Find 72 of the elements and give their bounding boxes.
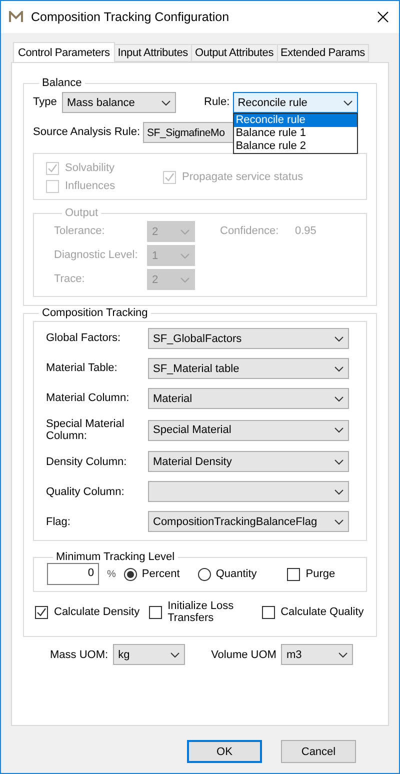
chevron-down-icon <box>334 488 344 495</box>
chevron-down-icon <box>334 427 344 434</box>
checkbox[interactable] <box>262 606 275 619</box>
checkbox-label: Calculate Density <box>54 606 140 618</box>
chevron-down-icon <box>180 228 190 234</box>
tab[interactable]: Extended Params <box>276 44 369 62</box>
close-icon[interactable] <box>377 11 389 23</box>
app-logo-icon <box>9 11 23 23</box>
field-label: Diagnostic Level: <box>54 249 139 262</box>
field-label: Trace: <box>54 273 86 286</box>
checkbox[interactable] <box>286 568 300 581</box>
dialog-button[interactable]: Cancel <box>281 740 356 763</box>
field-label: Mass UOM: <box>50 648 108 661</box>
tab[interactable]: Output Attributes <box>190 44 278 62</box>
rule-dropdown[interactable]: Reconcile rule <box>232 92 358 113</box>
window-title: Composition Tracking Configuration <box>31 10 230 24</box>
field-label: Density Column: <box>46 456 128 468</box>
chevron-down-icon <box>161 100 171 106</box>
chevron-down-icon <box>338 652 348 658</box>
field-label: Special Material Column: <box>46 418 126 442</box>
checkbox-label: Initialize Loss Transfers <box>168 600 235 624</box>
group-title: Minimum Tracking Level <box>55 551 176 564</box>
checkbox[interactable] <box>148 606 162 619</box>
value-dropdown[interactable]: SF_Material table <box>148 358 349 379</box>
field-label: Quality Column: <box>46 486 126 498</box>
group-title: Balance <box>41 77 83 89</box>
chevron-down-icon <box>334 336 344 342</box>
chevron-down-icon <box>342 100 353 106</box>
field-label: Rule: <box>204 96 230 109</box>
radio-label: Percent <box>142 568 180 580</box>
tab[interactable]: Control Parameters <box>13 42 115 62</box>
value-dropdown[interactable]: Special Material <box>148 420 349 441</box>
group-title: Output <box>64 207 100 219</box>
dialog-button[interactable]: OK <box>187 740 262 763</box>
radio-button[interactable] <box>124 568 137 581</box>
field-label: Volume UOM <box>211 648 276 661</box>
checkbox-label: Solvability <box>65 162 115 175</box>
checkbox-label: Purge <box>306 568 336 580</box>
checkbox[interactable] <box>35 606 48 619</box>
value-dropdown[interactable]: Material <box>148 388 349 409</box>
field-label: Global Factors: <box>46 332 122 345</box>
chevron-down-icon <box>334 518 344 525</box>
radio-label: Quantity <box>216 568 257 580</box>
value-dropdown[interactable]: CompositionTrackingBalanceFlag <box>148 511 349 532</box>
chevron-down-icon <box>170 652 180 658</box>
unit-dropdown[interactable]: kg <box>113 644 186 666</box>
tab[interactable]: Input Attributes <box>114 44 192 62</box>
value-dropdown[interactable]: Material Density <box>148 451 349 472</box>
field-label: Source Analysis Rule: <box>33 126 141 139</box>
chevron-down-icon <box>334 396 344 402</box>
type-dropdown[interactable]: Mass balance <box>62 92 176 113</box>
field-label: Material Column: <box>46 392 130 405</box>
checkbox-label: Calculate Quality <box>280 606 364 618</box>
chevron-down-icon <box>180 276 190 282</box>
chevron-down-icon <box>334 458 344 465</box>
dropdown-option[interactable]: Reconcile rule <box>234 114 357 127</box>
radio-button[interactable] <box>198 568 211 581</box>
chevron-down-icon <box>334 366 344 372</box>
checkbox-label: Influences <box>65 180 116 193</box>
checkbox-label: Propagate service status <box>182 171 304 184</box>
unit-label: % <box>107 568 116 580</box>
field-label: Tolerance: <box>54 225 106 238</box>
unit-dropdown[interactable]: m3 <box>281 644 354 666</box>
field-label: Confidence: <box>220 225 280 238</box>
field-label: Flag: <box>46 516 72 528</box>
level-input[interactable]: 0 <box>47 563 99 586</box>
confidence-value: 0.95 <box>295 225 316 238</box>
field-label: Type <box>33 96 58 109</box>
group-title: Composition Tracking <box>41 307 149 319</box>
field-label: Material Table: <box>46 362 118 375</box>
value-dropdown[interactable]: SF_GlobalFactors <box>148 328 349 349</box>
chevron-down-icon <box>180 252 190 258</box>
